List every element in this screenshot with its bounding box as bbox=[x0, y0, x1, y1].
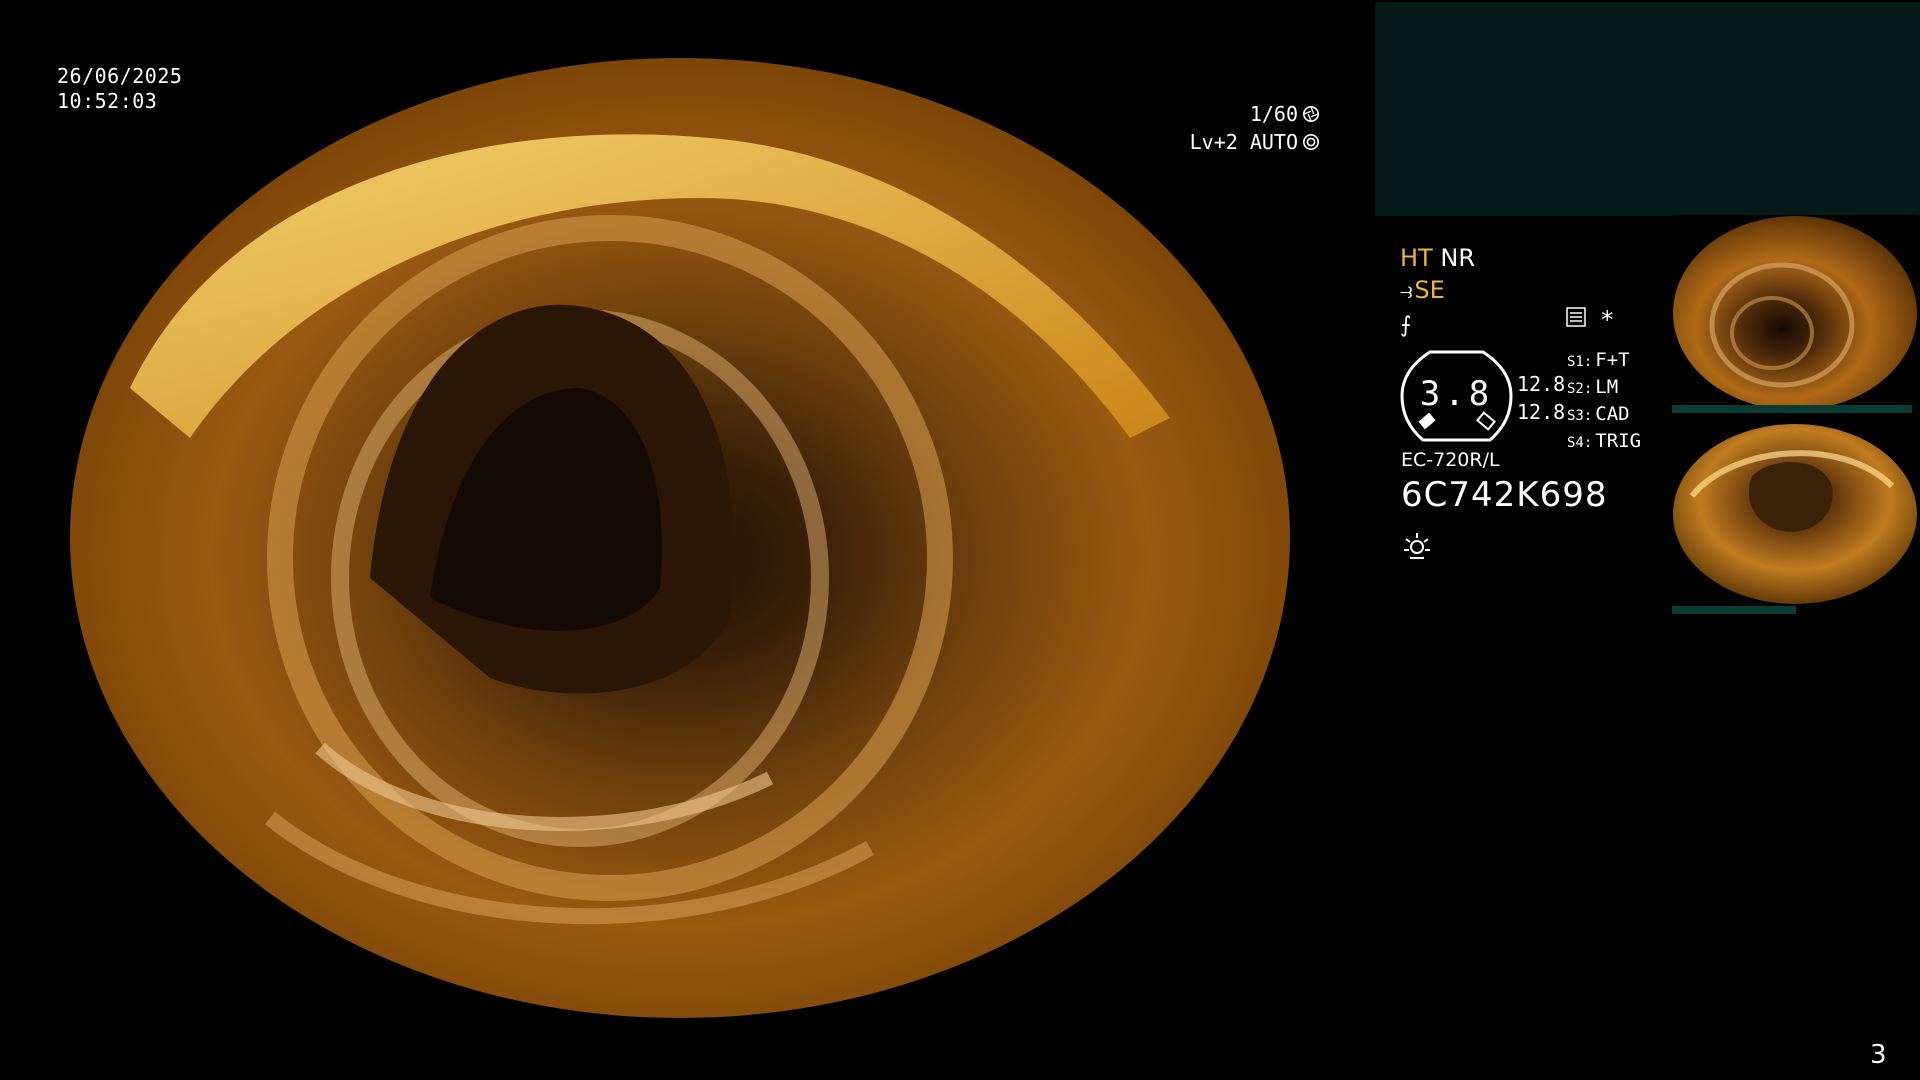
date-time: 26/06/2025 10:52:03 bbox=[57, 64, 182, 114]
star-marker: * bbox=[1600, 306, 1615, 334]
zoom-number-1: 12.8 bbox=[1517, 372, 1566, 396]
slot-3: S3: CAD bbox=[1567, 403, 1630, 425]
scope-serial: 6C742K698 bbox=[1401, 475, 1608, 515]
slot-2: S2: LM bbox=[1567, 376, 1619, 398]
level-auto: Lv+2 AUTO bbox=[1189, 130, 1298, 154]
switch-assignments: S1: F+T S2: LM S3: CAD S4: TRIG bbox=[1567, 348, 1641, 456]
scope-model: EC-720R/L bbox=[1401, 449, 1500, 471]
mode-ht: HT bbox=[1400, 244, 1433, 272]
mode-nr: NR bbox=[1440, 244, 1475, 272]
info-panel-background bbox=[1375, 2, 1920, 216]
thumbnail-bar-2 bbox=[1672, 606, 1796, 614]
page-number: 3 bbox=[1870, 1040, 1887, 1070]
capture-thumbnail-2[interactable] bbox=[1672, 416, 1918, 612]
menu-icon bbox=[1566, 307, 1586, 327]
structure-icon: ⥽ bbox=[1400, 279, 1413, 304]
exposure-info: 1/60 Lv+2 AUTO bbox=[1190, 100, 1320, 156]
slot-1: S1: F+T bbox=[1567, 349, 1630, 371]
shutter-icon bbox=[1302, 105, 1320, 123]
shutter-speed: 1/60 bbox=[1249, 102, 1298, 126]
mode-indicators: HT NR ⥽SE ⨍ bbox=[1400, 242, 1475, 342]
thumbnail-bar-1 bbox=[1672, 405, 1912, 413]
date-text: 26/06/2025 bbox=[57, 64, 183, 88]
zoom-numbers: 12.8 12.8 bbox=[1517, 370, 1565, 426]
slot-4: S4: TRIG bbox=[1567, 430, 1642, 452]
time-text: 10:52:03 bbox=[57, 89, 158, 113]
gauge-value: 3.8 bbox=[1419, 374, 1494, 414]
zoom-number-2: 12.8 bbox=[1517, 400, 1566, 424]
mode-se: SE bbox=[1414, 276, 1445, 304]
endoscope-view bbox=[70, 58, 1290, 1018]
color-enhance-icon: ⨍ bbox=[1400, 313, 1412, 338]
light-icon bbox=[1404, 533, 1430, 559]
auto-icon bbox=[1302, 133, 1320, 151]
capture-thumbnail-1[interactable] bbox=[1672, 215, 1918, 411]
